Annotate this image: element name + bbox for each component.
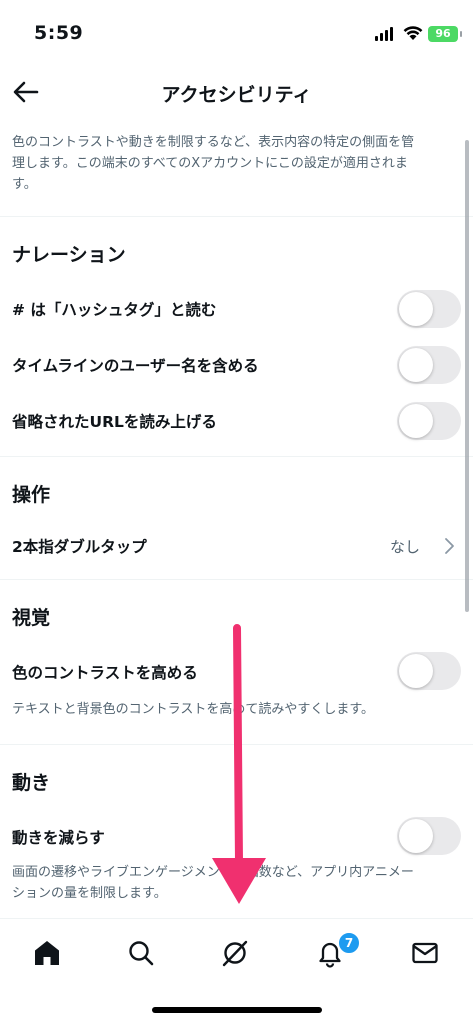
divider [0,216,473,217]
reduce-motion-label: 動きを減らす [12,829,105,847]
wifi-icon [402,24,424,45]
home-icon[interactable] [27,933,67,973]
battery-icon: 96 [428,26,462,42]
page-description: 色のコントラストや動きを制限するなど、表示内容の特定の側面を管 理します。この端… [12,132,452,195]
mail-icon[interactable] [405,933,445,973]
toggle-knob [399,654,433,688]
section-title-visual: 視覚 [12,607,51,629]
section-title-operation: 操作 [12,484,51,506]
description-line: 画面の遷移やライブエンゲージメントの回数など、アプリ内アニメー [12,865,414,880]
section-title-motion: 動き [12,772,51,794]
toggle-knob [399,292,433,326]
page-header: アクセシビリティ [0,70,473,114]
scrollbar[interactable] [465,140,469,612]
description-line: す。 [12,177,37,192]
hashtag-reading-label: # は「ハッシュタグ」と読む [12,301,217,319]
reduce-motion-description: 画面の遷移やライブエンゲージメントの回数など、アプリ内アニメー ションの量を制限… [12,862,452,904]
hashtag-reading-toggle[interactable] [397,290,461,328]
page-title: アクセシビリティ [161,84,312,106]
include-usernames-label: タイムラインのユーザー名を含める [12,357,259,375]
toggle-knob [399,404,433,438]
divider [0,579,473,580]
increase-contrast-toggle[interactable] [397,652,461,690]
include-usernames-toggle[interactable] [397,346,461,384]
divider [0,744,473,745]
increase-contrast-label: 色のコントラストを高める [12,664,198,682]
status-bar: 5:59 96 [0,0,473,70]
home-indicator [152,1007,322,1013]
reduce-motion-toggle[interactable] [397,817,461,855]
status-time: 5:59 [34,22,84,44]
toggle-knob [399,348,433,382]
read-urls-toggle[interactable] [397,402,461,440]
divider [0,456,473,457]
read-urls-label: 省略されたURLを読み上げる [12,413,217,431]
grok-icon[interactable] [215,933,255,973]
description-line: ションの量を制限します。 [12,886,167,901]
toggle-knob [399,819,433,853]
two-finger-double-tap-label[interactable]: 2本指ダブルタップ [12,535,147,557]
section-title-narration: ナレーション [12,244,126,266]
signal-icon [375,27,393,41]
increase-contrast-description: テキストと背景色のコントラストを高めて読みやすくします。 [12,702,375,717]
description-line: 色のコントラストや動きを制限するなど、表示内容の特定の側面を管 [12,135,415,150]
chevron-right-icon[interactable] [443,537,455,559]
notification-badge: 7 [337,931,361,955]
two-finger-double-tap-value[interactable]: なし [390,536,420,557]
search-icon[interactable] [121,933,161,973]
description-line: 理します。この端末のすべてのXアカウントにこの設定が適用されま [12,156,408,171]
